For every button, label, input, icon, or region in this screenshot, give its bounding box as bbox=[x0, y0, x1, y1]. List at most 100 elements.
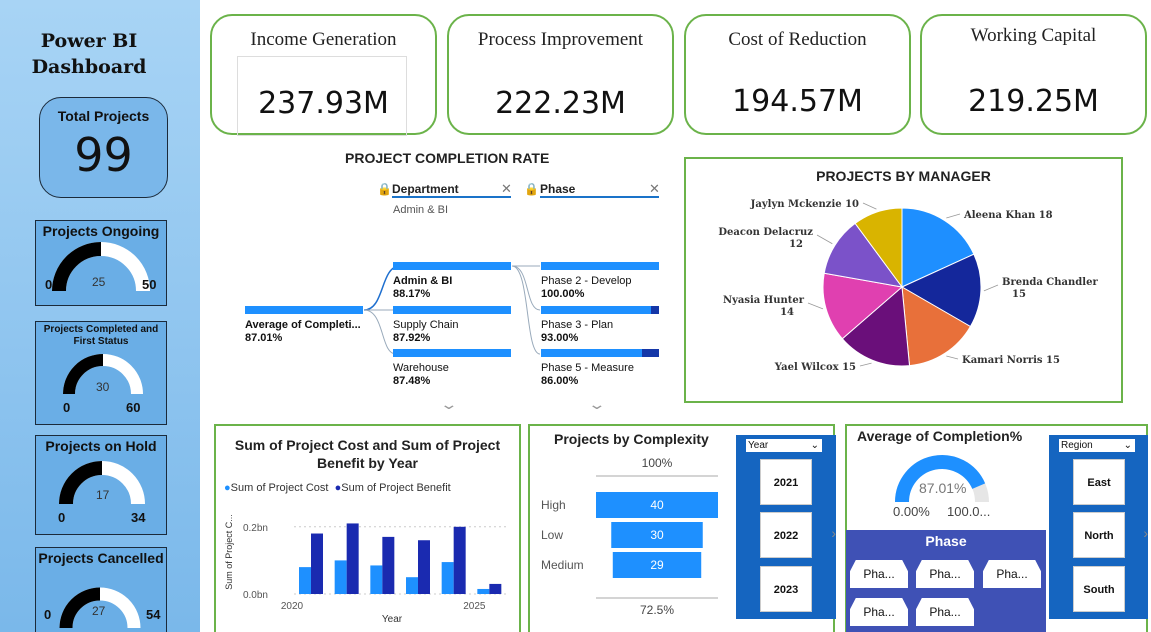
gauge-max: 60 bbox=[126, 400, 141, 415]
close-icon[interactable]: ✕ bbox=[649, 181, 660, 197]
bar[interactable] bbox=[489, 583, 502, 594]
node-value: 88.17% bbox=[393, 288, 431, 300]
chevron-right-icon[interactable]: › bbox=[1143, 525, 1148, 541]
decomp-node-supply-chain[interactable]: Supply Chain 87.92% bbox=[393, 306, 511, 345]
decomp-node-phase-5[interactable]: Phase 5 - Measure 86.00% bbox=[541, 349, 659, 388]
cost-benefit-chart[interactable]: 0.0bn 0.2bn 2020 2025 Year Sum of Project C..… bbox=[216, 482, 519, 632]
funnel-category: Medium bbox=[541, 558, 584, 572]
year-slicer-header-label: Year bbox=[748, 440, 769, 451]
node-bar bbox=[541, 262, 659, 270]
complexity-funnel[interactable]: 100% 40 High 30 Low 29 Medium 72.5% bbox=[530, 446, 740, 632]
node-bar bbox=[393, 262, 511, 270]
bar[interactable] bbox=[418, 540, 430, 594]
region-slicer-item[interactable]: North bbox=[1073, 512, 1125, 558]
gauge-card-on-hold[interactable]: Projects on Hold 0 34 17 bbox=[35, 435, 167, 535]
year-slicer-item[interactable]: 2023 bbox=[760, 566, 812, 612]
year-slicer-item[interactable]: 2022 bbox=[760, 512, 812, 558]
pie-chart[interactable]: Aleena Khan 18 Brenda Chandler15 Kamari No… bbox=[686, 159, 1121, 401]
kpi-process-improvement[interactable]: Process Improvement 222.23M bbox=[447, 14, 674, 135]
bar[interactable] bbox=[453, 526, 466, 594]
decomposition-title: PROJECT COMPLETION RATE bbox=[345, 150, 550, 166]
decomp-node-warehouse[interactable]: Warehouse 87.48% bbox=[393, 349, 511, 388]
region-slicer[interactable]: Region ⌄ East North South › bbox=[1049, 435, 1148, 619]
year-slicer-item[interactable]: 2021 bbox=[760, 459, 812, 505]
pie-label: Nyasia Hunter bbox=[723, 295, 805, 306]
phase-chip[interactable]: Pha... bbox=[916, 598, 974, 626]
y-tick-label: 0.0bn bbox=[243, 590, 268, 601]
funnel-category: Low bbox=[541, 528, 563, 542]
lock-icon: 🔒 bbox=[377, 182, 392, 196]
gauge-arc bbox=[52, 242, 150, 292]
node-value: 93.00% bbox=[541, 332, 579, 344]
pie-value-label: 14 bbox=[780, 307, 794, 318]
region-slicer-item[interactable]: East bbox=[1073, 459, 1125, 505]
pie-label: Brenda Chandler bbox=[1002, 277, 1098, 288]
pie-value-label: 12 bbox=[789, 239, 803, 250]
node-bar bbox=[541, 306, 659, 314]
funnel-bottom-label: 72.5% bbox=[640, 603, 674, 617]
bar[interactable] bbox=[382, 536, 395, 594]
decomp-node-phase-3[interactable]: Phase 3 - Plan 93.00% bbox=[541, 306, 659, 345]
lock-icon: 🔒 bbox=[524, 182, 539, 196]
x-axis-label: Year bbox=[382, 614, 403, 625]
y-tick-label: 0.2bn bbox=[243, 523, 268, 534]
gauge-max: 34 bbox=[131, 510, 146, 525]
bar[interactable] bbox=[406, 577, 418, 594]
decomp-node-phase-2[interactable]: Phase 2 - Develop 100.00% bbox=[541, 262, 659, 301]
phase-chip[interactable]: Pha... bbox=[916, 560, 974, 588]
region-slicer-item[interactable]: South bbox=[1073, 566, 1125, 612]
level-header-phase[interactable]: Phase bbox=[540, 182, 659, 198]
decomp-root-node[interactable]: Average of Completi... 87.01% bbox=[245, 306, 363, 345]
kpi-value: 219.25M bbox=[968, 84, 1099, 119]
bar[interactable] bbox=[477, 588, 490, 594]
funnel-value: 29 bbox=[650, 558, 664, 572]
node-value: 100.00% bbox=[541, 288, 585, 300]
close-icon[interactable]: ✕ bbox=[501, 181, 512, 197]
gauge-arc bbox=[59, 461, 145, 505]
complexity-title: Projects by Complexity bbox=[554, 431, 709, 447]
total-projects-card[interactable]: Total Projects 99 bbox=[39, 97, 168, 198]
phase-slicer-title: Phase bbox=[925, 533, 967, 549]
node-value: 87.01% bbox=[245, 332, 283, 344]
node-label: Supply Chain bbox=[393, 319, 459, 331]
kpi-income-generation[interactable]: Income Generation 237.93M bbox=[210, 14, 437, 136]
bar[interactable] bbox=[311, 533, 323, 594]
gauge-value: 17 bbox=[96, 488, 110, 502]
kpi-working-capital[interactable]: Working Capital 219.25M bbox=[920, 14, 1147, 135]
gauge-card-cancelled[interactable]: Projects Cancelled 0 54 27 bbox=[35, 547, 167, 632]
kpi-cost-of-reduction[interactable]: Cost of Reduction 194.57M bbox=[684, 14, 911, 135]
gauge-min: 0 bbox=[44, 607, 52, 622]
node-value: 87.48% bbox=[393, 375, 431, 387]
region-slicer-header[interactable]: Region ⌄ bbox=[1059, 439, 1135, 452]
chevron-down-icon[interactable]: ⌄ bbox=[439, 396, 458, 413]
year-slicer-header[interactable]: Year ⌄ bbox=[746, 439, 822, 452]
phase-chip[interactable]: Pha... bbox=[850, 598, 908, 626]
bar[interactable] bbox=[370, 565, 383, 594]
pie-leader-line bbox=[816, 234, 833, 245]
bar[interactable] bbox=[299, 567, 311, 594]
node-bar bbox=[245, 306, 363, 314]
year-slicer[interactable]: Year ⌄ 2021 2022 2023 › bbox=[736, 435, 836, 619]
phase-slicer[interactable]: Phase Pha... Pha... Pha... Pha... Pha... bbox=[846, 530, 1046, 632]
decomp-node-admin-bi[interactable]: Admin & BI 88.17% bbox=[393, 262, 511, 301]
gauge-card-ongoing[interactable]: Projects Ongoing 0 50 25 bbox=[35, 220, 167, 306]
funnel-top-label: 100% bbox=[642, 456, 673, 470]
pie-leader-line bbox=[946, 355, 959, 360]
gauge-value: 30 bbox=[96, 380, 110, 394]
phase-chip[interactable]: Pha... bbox=[850, 560, 908, 588]
level-header-department[interactable]: Department bbox=[392, 182, 511, 198]
gauge-card-completed[interactable]: Projects Completed and First Status 0 60… bbox=[35, 321, 167, 425]
chevron-down-icon[interactable]: ⌄ bbox=[587, 396, 606, 413]
dashboard: Power BI Dashboard Total Projects 99 Pro… bbox=[0, 0, 1151, 632]
bar[interactable] bbox=[334, 560, 347, 594]
node-label: Average of Completi... bbox=[245, 319, 361, 331]
bar[interactable] bbox=[441, 562, 454, 594]
bar[interactable] bbox=[346, 523, 359, 594]
chevron-right-icon[interactable]: › bbox=[831, 525, 836, 541]
node-bar bbox=[541, 349, 659, 357]
kpi-title: Cost of Reduction bbox=[728, 29, 867, 50]
phase-chip[interactable]: Pha... bbox=[983, 560, 1041, 588]
pie-leader-line bbox=[983, 284, 999, 292]
gauge-max: 50 bbox=[142, 277, 157, 292]
kpi-title: Income Generation bbox=[250, 29, 397, 50]
